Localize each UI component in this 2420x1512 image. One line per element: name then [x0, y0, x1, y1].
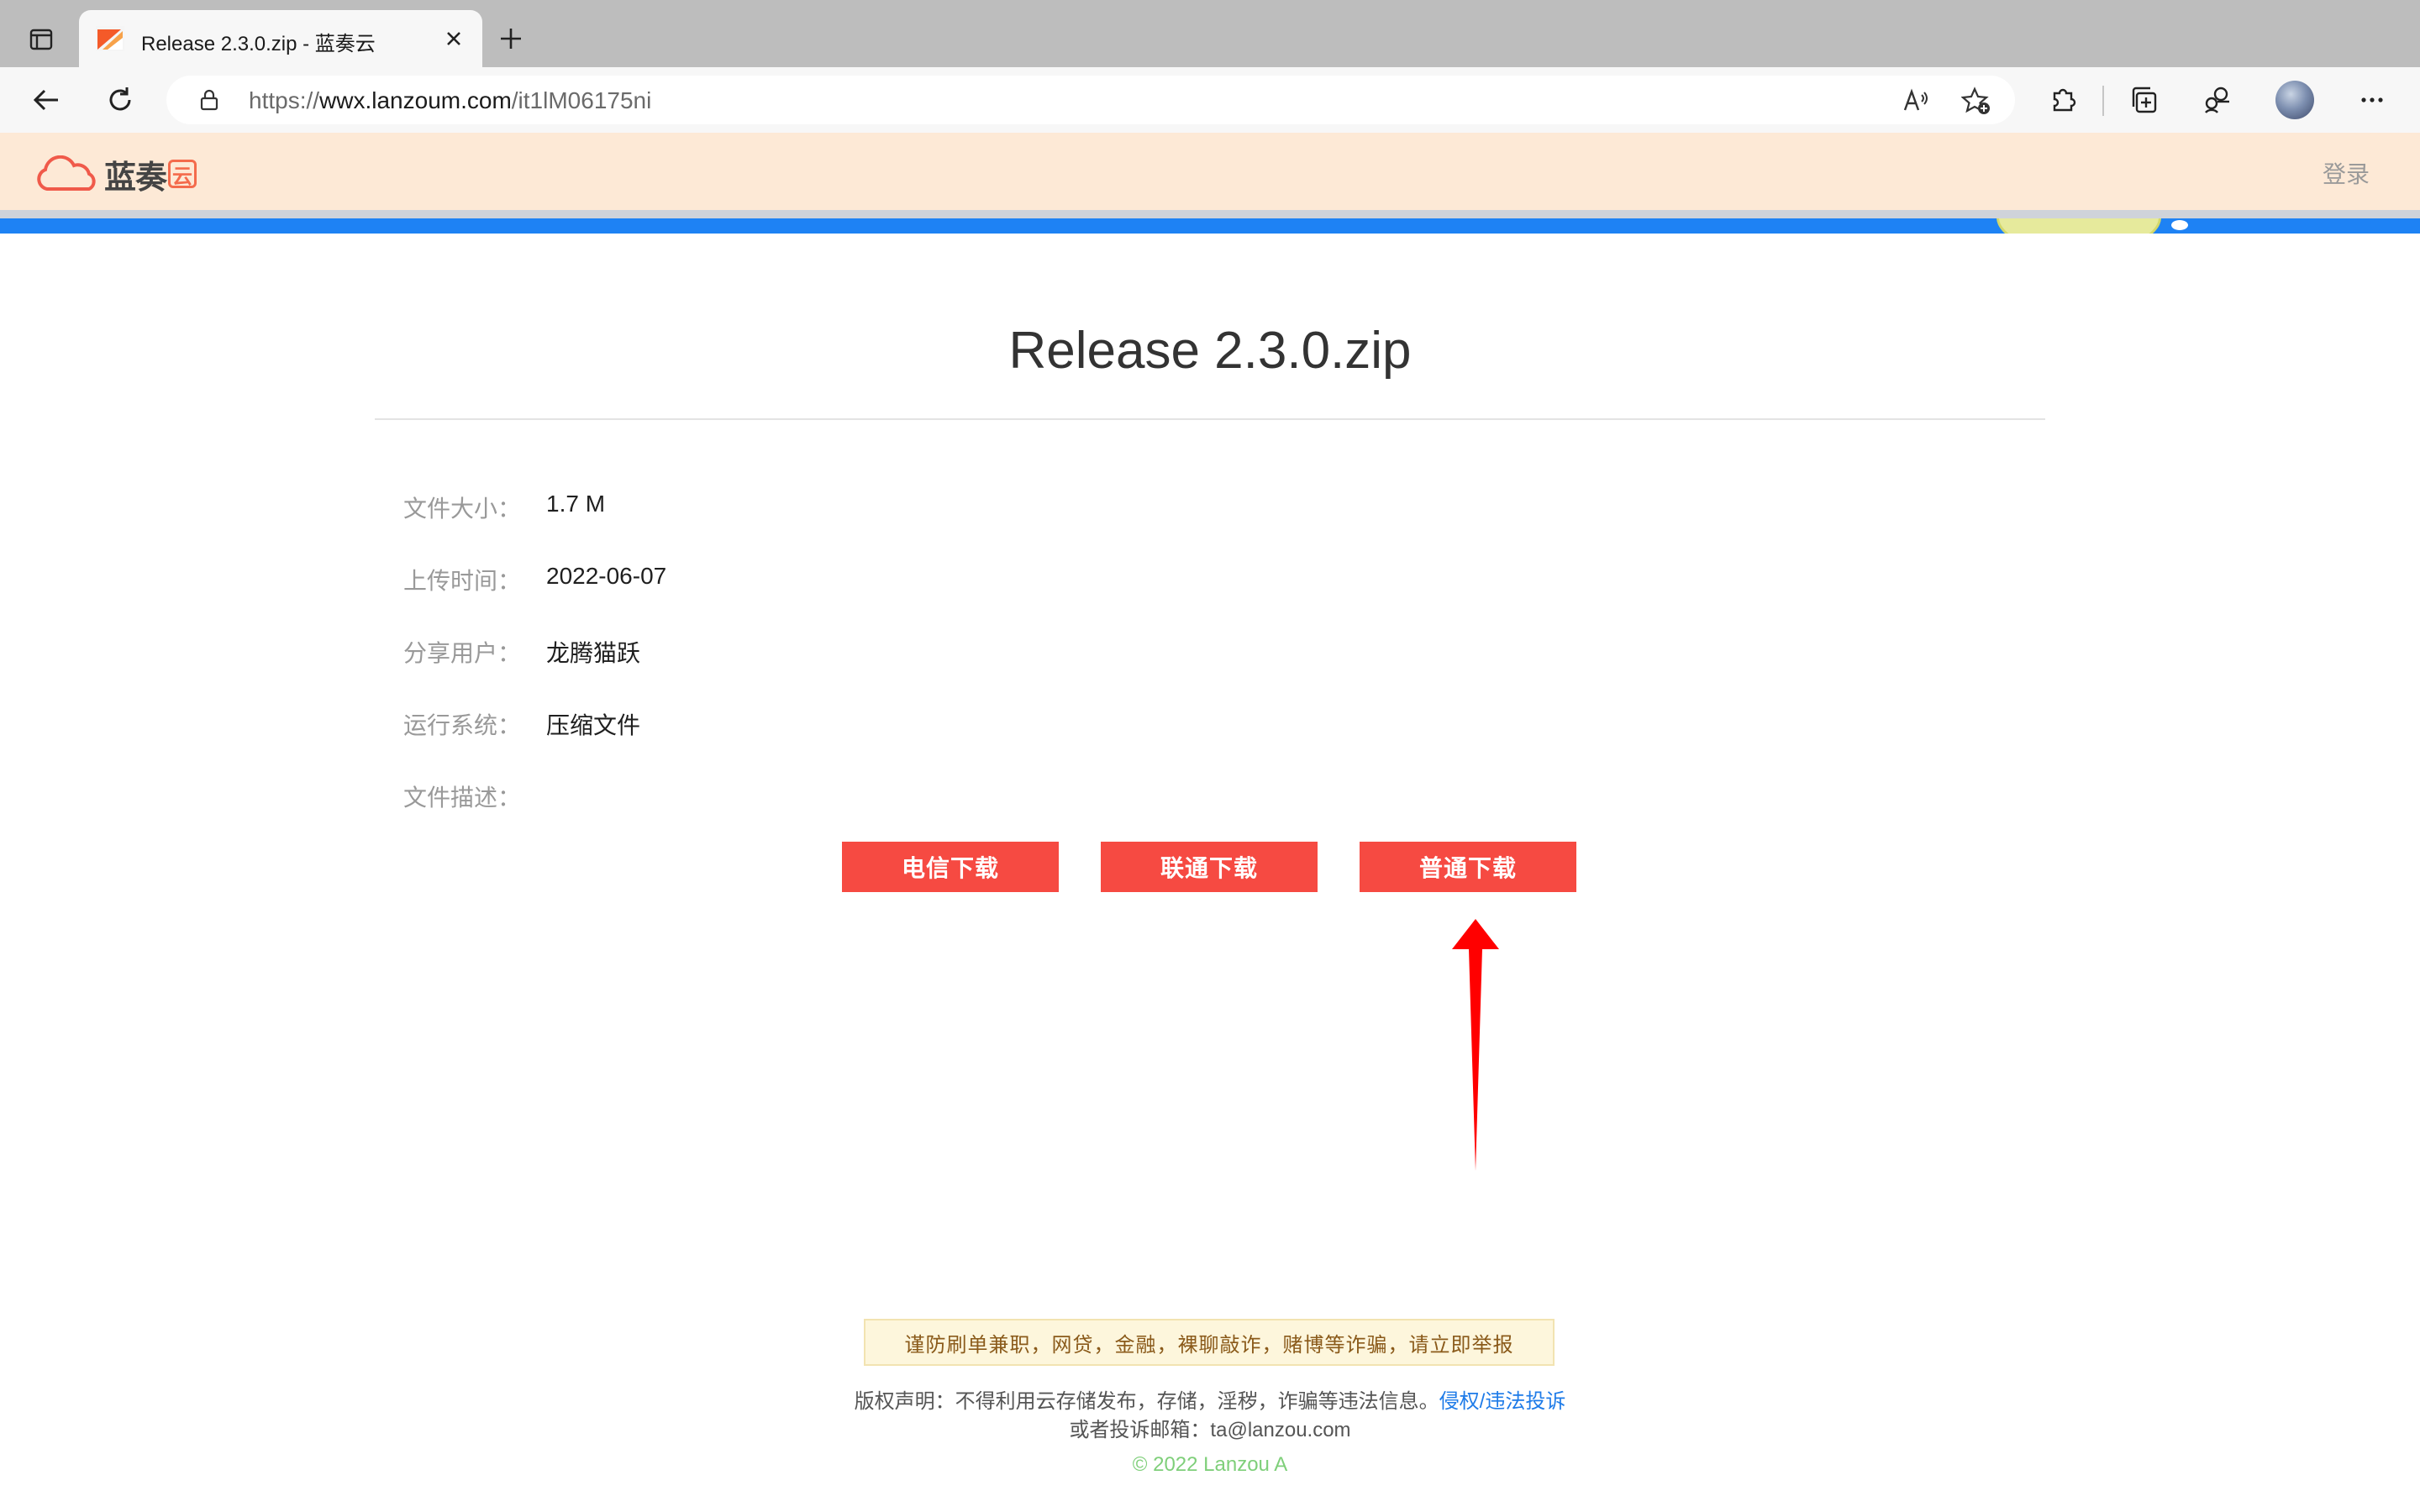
- lanzou-logo[interactable]: 蓝奏 云: [35, 151, 197, 197]
- info-label: 运行系统：: [403, 712, 522, 738]
- file-title: Release 2.3.0.zip: [1008, 322, 1412, 380]
- lanzou-favicon-icon: [96, 26, 124, 51]
- tab-close-icon[interactable]: [440, 25, 467, 52]
- info-label: 文件描述：: [403, 785, 522, 811]
- address-bar[interactable]: https://wwx.lanzoum.com/it1lM06175ni: [166, 76, 2015, 124]
- browser-tab-active[interactable]: Release 2.3.0.zip - 蓝奏云: [79, 10, 482, 67]
- collections-icon[interactable]: [2123, 79, 2165, 121]
- info-value: 2022-06-07: [546, 563, 667, 589]
- browser-toolbar: https://wwx.lanzoum.com/it1lM06175ni: [0, 67, 2420, 134]
- lock-icon[interactable]: [198, 89, 220, 111]
- tab-title: Release 2.3.0.zip - 蓝奏云: [141, 33, 376, 55]
- refresh-icon[interactable]: [99, 79, 141, 121]
- banner-dot: [2171, 220, 2188, 230]
- info-label: 上传时间：: [403, 568, 522, 594]
- read-aloud-icon[interactable]: [1899, 84, 1933, 118]
- more-options-icon[interactable]: [2351, 79, 2393, 121]
- info-value: 压缩文件: [546, 712, 641, 738]
- site-header: 蓝奏 云 登录: [0, 133, 2420, 210]
- copyright-notice: 版权声明：不得利用云存储发布，存储，淫秽，诈骗等违法信息。侵权/违法投诉: [854, 1390, 1566, 1413]
- performance-icon[interactable]: [2196, 79, 2238, 121]
- login-link[interactable]: 登录: [2323, 156, 2370, 190]
- tab-actions-icon[interactable]: [20, 18, 62, 60]
- normal-download-button[interactable]: 普通下载: [1360, 842, 1576, 892]
- complaint-email: 或者投诉邮箱：ta@lanzou.com: [1069, 1419, 1351, 1441]
- browser-tab-strip: Release 2.3.0.zip - 蓝奏云: [0, 0, 2420, 67]
- extensions-puzzle-icon[interactable]: [2042, 79, 2084, 121]
- favorite-star-icon[interactable]: [1960, 84, 1993, 118]
- info-label: 分享用户：: [403, 640, 522, 666]
- annotation-arrow-icon: [1452, 919, 1499, 1171]
- info-value: 龙腾猫跃: [546, 640, 641, 666]
- info-label: 文件大小：: [403, 496, 522, 522]
- cloud-icon: [37, 155, 96, 191]
- toolbar-separator: [2102, 86, 2104, 116]
- telecom-download-button[interactable]: 电信下载: [842, 842, 1059, 892]
- profile-avatar[interactable]: [2275, 81, 2314, 119]
- unicom-download-button[interactable]: 联通下载: [1101, 842, 1318, 892]
- banner-illustration: [1996, 218, 2161, 234]
- new-tab-icon[interactable]: [494, 22, 528, 55]
- url-text[interactable]: https://wwx.lanzoum.com/it1lM06175ni: [249, 87, 651, 114]
- title-divider: [375, 418, 2045, 420]
- banner-strip: [0, 210, 2420, 234]
- back-arrow-icon[interactable]: [25, 79, 67, 121]
- copyright-year: © 2022 Lanzou A: [1132, 1453, 1288, 1476]
- fraud-warning-banner: 谨防刷单兼职，网贷，金融，裸聊敲诈，赌博等诈骗，请立即举报: [864, 1319, 1555, 1366]
- complaint-link[interactable]: 侵权/违法投诉: [1439, 1390, 1566, 1413]
- info-value: 1.7 M: [546, 491, 606, 517]
